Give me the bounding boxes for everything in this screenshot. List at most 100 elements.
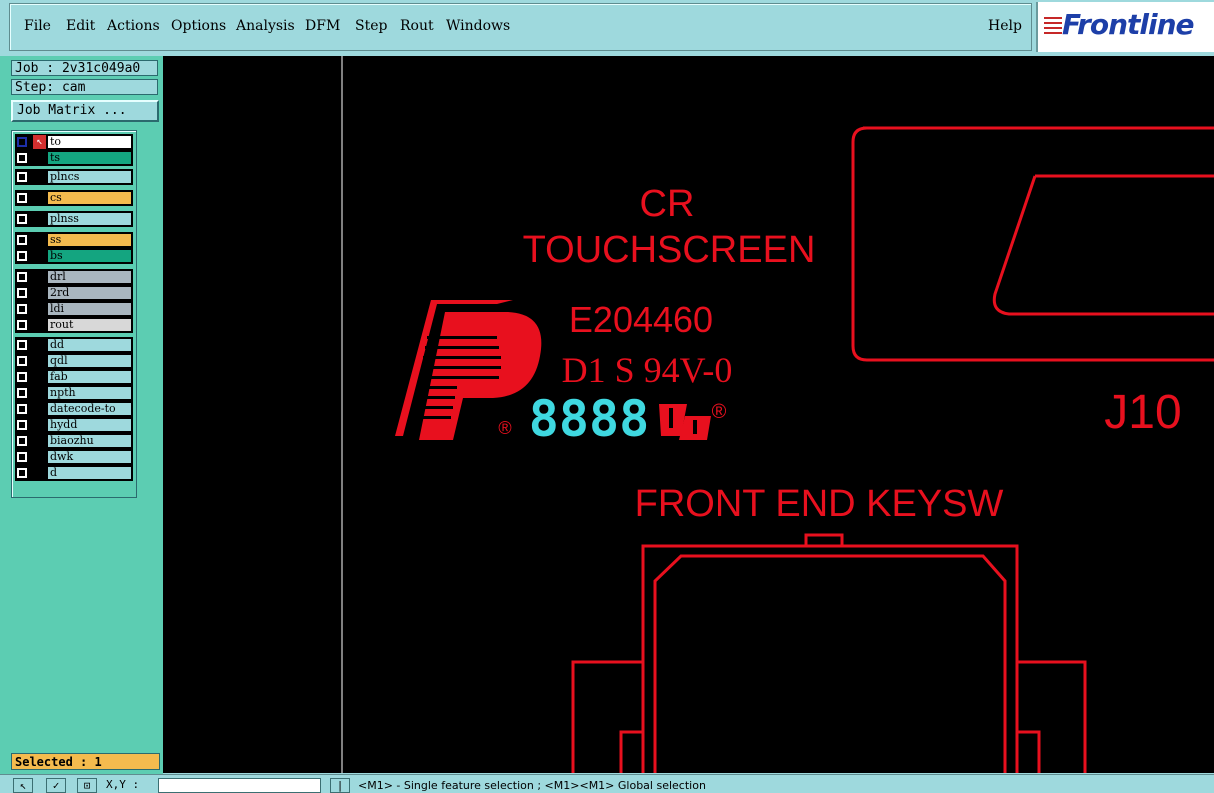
layer-checkbox[interactable] (17, 137, 27, 147)
layer-name: qdl (48, 355, 131, 367)
layer-group: dd qdl fab npth datecode-to hydd biaozhu dwk d (15, 337, 133, 481)
text-rating: D1 S 94V-0 (562, 350, 733, 390)
step-name: Step: cam (11, 79, 158, 95)
layer-checkbox[interactable] (17, 153, 27, 163)
window-tool-icon[interactable]: ⊡ (77, 778, 97, 793)
layer-group: cs (15, 190, 133, 206)
keysw-tab (804, 533, 844, 546)
pcb-drawing: CR TOUCHSCREEN E204460 D1 S 94V-0 8888 ®… (341, 56, 1214, 773)
layer-name: datecode-to (48, 403, 131, 415)
menu-edit[interactable]: Edit (66, 18, 95, 34)
layer-name: plncs (48, 171, 131, 183)
layer-checkbox[interactable] (17, 340, 27, 350)
layer-name: fab (48, 371, 131, 383)
menu-actions[interactable]: Actions (107, 18, 160, 34)
layer-checkbox[interactable] (17, 235, 27, 245)
layer-checkbox[interactable] (17, 214, 27, 224)
layer-name: plnss (48, 213, 131, 225)
layer-row[interactable]: dwk (15, 450, 133, 464)
layer-checkbox[interactable] (17, 172, 27, 182)
menu-bar-frame: File Edit Actions Options Analysis DFM S… (9, 3, 1032, 51)
frontline-logo: Frontline (1036, 2, 1214, 52)
layer-row[interactable]: ts (15, 151, 133, 165)
layer-name: d (48, 467, 131, 479)
pointer-tool-icon[interactable]: ↖ (13, 778, 33, 793)
menu-rout[interactable]: Rout (400, 18, 434, 34)
layer-checkbox[interactable] (17, 272, 27, 282)
layer-row[interactable]: ldi (15, 302, 133, 316)
j10-inner-outline (992, 174, 1214, 316)
layer-group: plnss (15, 211, 133, 227)
xy-input[interactable] (158, 778, 321, 793)
layer-checkbox[interactable] (17, 193, 27, 203)
j10-outline (851, 126, 1214, 362)
layer-name: dwk (48, 451, 131, 463)
menu-options[interactable]: Options (171, 18, 226, 34)
layer-name: biaozhu (48, 435, 131, 447)
layer-row[interactable]: 2rd (15, 286, 133, 300)
layer-row[interactable]: datecode-to (15, 402, 133, 416)
layer-checkbox[interactable] (17, 320, 27, 330)
layer-checkbox[interactable] (17, 452, 27, 462)
cursor-tool-icon[interactable]: | (330, 778, 350, 793)
layer-checkbox[interactable] (17, 304, 27, 314)
layer-row[interactable]: drl (15, 270, 133, 284)
layer-name: cs (48, 192, 131, 204)
layer-name: rout (48, 319, 131, 331)
layer-checkbox[interactable] (17, 404, 27, 414)
layer-row[interactable]: hydd (15, 418, 133, 432)
text-cr: CR (640, 183, 695, 225)
layer-checkbox[interactable] (17, 420, 27, 430)
text-reg-1: ® (498, 418, 511, 438)
layer-row[interactable]: ss (15, 233, 133, 247)
graphic-canvas[interactable]: CR TOUCHSCREEN E204460 D1 S 94V-0 8888 ®… (163, 56, 1214, 773)
layer-row[interactable]: cs (15, 191, 133, 205)
layer-checkbox[interactable] (17, 372, 27, 382)
logo-text: Frontline (1062, 8, 1195, 41)
select-tool-icon[interactable]: ✓ (46, 778, 66, 793)
text-reg-2: ® (712, 401, 727, 423)
layer-row[interactable]: bs (15, 249, 133, 263)
layer-row[interactable]: rout (15, 318, 133, 332)
layer-checkbox[interactable] (17, 468, 27, 478)
menu-help[interactable]: Help (988, 18, 1022, 34)
text-e-number: E204460 (569, 299, 713, 340)
text-j10: J10 (1104, 386, 1181, 439)
layer-group: plncs (15, 169, 133, 185)
layer-name: bs (48, 250, 131, 262)
menu-dfm[interactable]: DFM (305, 18, 340, 34)
menu-windows[interactable]: Windows (446, 18, 510, 34)
xy-label: X,Y : (106, 778, 140, 791)
layer-row[interactable]: fab (15, 370, 133, 384)
keysw-inner-outline (653, 554, 1007, 773)
layer-row[interactable]: dd (15, 338, 133, 352)
left-panel: Job : 2v31c049a0 Step: cam Job Matrix ..… (0, 56, 163, 774)
layer-row[interactable]: d (15, 466, 133, 480)
layer-row[interactable]: plnss (15, 212, 133, 226)
keysw-feet (619, 730, 1041, 773)
job-matrix-button[interactable]: Job Matrix ... (11, 100, 159, 122)
layer-list: ↖ to ts plncs cs plnss ss bs drl 2rd ldi rout dd qdl f… (11, 130, 137, 498)
ul-mark-icon (659, 404, 711, 440)
menu-analysis[interactable]: Analysis (236, 18, 295, 34)
layer-checkbox[interactable] (17, 436, 27, 446)
layer-checkbox[interactable] (17, 388, 27, 398)
layer-group: drl 2rd ldi rout (15, 269, 133, 333)
layer-name: hydd (48, 419, 131, 431)
layer-row[interactable]: biaozhu (15, 434, 133, 448)
layer-row[interactable]: plncs (15, 170, 133, 184)
layer-row[interactable]: npth (15, 386, 133, 400)
text-touchscreen: TOUCHSCREEN (523, 229, 816, 271)
layer-checkbox[interactable] (17, 251, 27, 261)
layer-name: ldi (48, 303, 131, 315)
layer-row[interactable]: qdl (15, 354, 133, 368)
hint-message: <M1> - Single feature selection ; <M1><M… (358, 779, 706, 792)
layer-row[interactable]: ↖ to (15, 135, 133, 149)
layer-name: ss (48, 234, 131, 246)
menu-step[interactable]: Step (355, 18, 387, 34)
layer-checkbox[interactable] (17, 288, 27, 298)
keysw-right-leg (1017, 660, 1087, 773)
menu-file[interactable]: File (24, 18, 51, 34)
logo-stripes-icon (1044, 17, 1062, 37)
layer-checkbox[interactable] (17, 356, 27, 366)
